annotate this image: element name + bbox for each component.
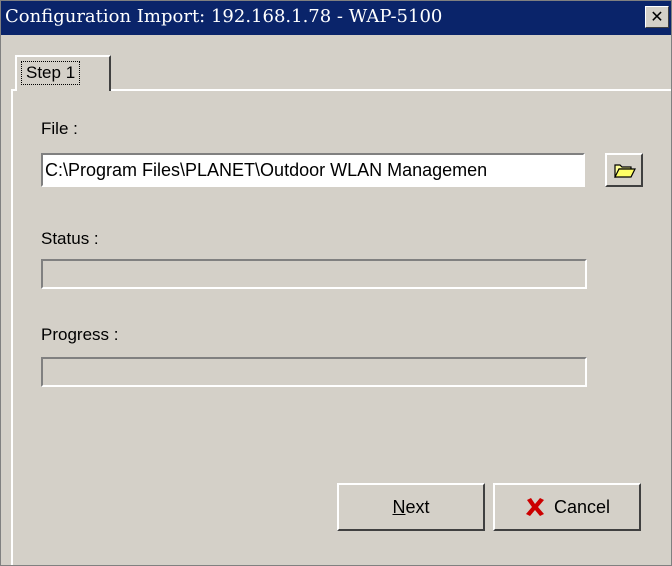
file-label: File : [41, 119, 78, 138]
close-button[interactable]: ✕ [645, 6, 669, 28]
progress-bar [41, 357, 587, 387]
title-bar[interactable]: Configuration Import: 192.168.1.78 - WAP… [1, 1, 671, 35]
next-label: ext [405, 497, 430, 517]
file-path-input[interactable]: C:\Program Files\PLANET\Outdoor WLAN Man… [41, 153, 585, 187]
next-mnemonic: N [392, 497, 406, 517]
config-import-window: Configuration Import: 192.168.1.78 - WAP… [0, 0, 672, 566]
folder-open-icon [614, 164, 636, 178]
browse-button[interactable] [605, 153, 643, 187]
cancel-label: Cancel [553, 497, 611, 517]
next-button[interactable]: Next [337, 483, 485, 531]
close-icon: ✕ [650, 7, 664, 26]
cancel-button[interactable]: Cancel [493, 483, 641, 531]
tab-step-1[interactable]: Step 1 [15, 55, 111, 91]
tab-step-1-label: Step 1 [21, 61, 81, 85]
red-x-icon [525, 498, 544, 516]
status-label: Status : [41, 229, 99, 248]
status-field [41, 259, 587, 289]
progress-label: Progress : [41, 325, 119, 344]
window-title: Configuration Import: 192.168.1.78 - WAP… [5, 6, 443, 27]
